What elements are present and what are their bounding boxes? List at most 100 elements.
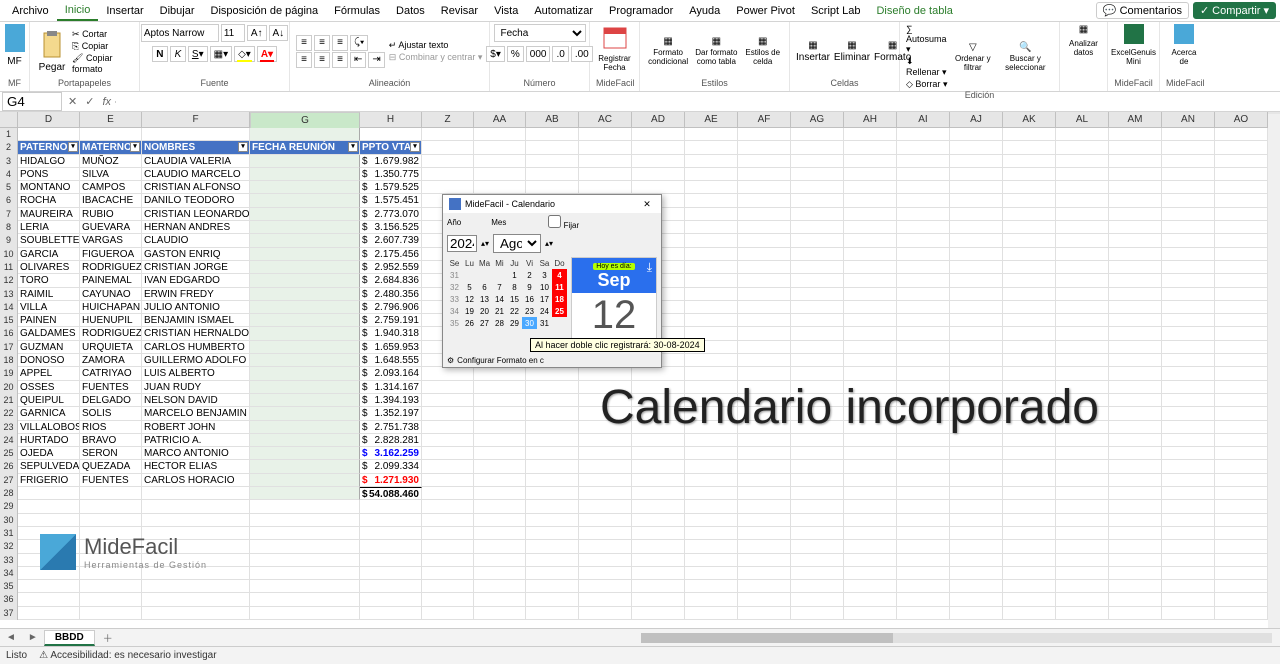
table-cell[interactable] [250, 474, 360, 487]
row-header-35[interactable]: 35 [0, 580, 18, 593]
row-header-24[interactable]: 24 [0, 434, 18, 447]
table-cell[interactable] [250, 394, 360, 407]
row-header-25[interactable]: 25 [0, 447, 18, 460]
about-icon[interactable] [1174, 24, 1194, 44]
wrap-text-button[interactable]: ↵ Ajustar texto [389, 40, 483, 51]
col-header-AO[interactable]: AO [1215, 112, 1268, 127]
col-header-AF[interactable]: AF [738, 112, 791, 127]
vertical-scrollbar[interactable] [1268, 114, 1280, 628]
col-header-AI[interactable]: AI [897, 112, 950, 127]
share-button[interactable]: ✓Compartir▾ [1193, 2, 1276, 19]
fill-color-button[interactable]: ◇▾ [234, 46, 255, 62]
align-middle-button[interactable]: ≡ [314, 35, 330, 51]
row-header-16[interactable]: 16 [0, 327, 18, 340]
table-cell[interactable]: HUICHAPAN [80, 301, 142, 314]
table-cell[interactable]: RODRIGUEZ [80, 261, 142, 274]
table-cell[interactable] [250, 181, 360, 194]
row-header-14[interactable]: 14 [0, 301, 18, 314]
table-cell[interactable]: $1.579.525 [360, 181, 422, 194]
row-header-28[interactable]: 28 [0, 487, 18, 500]
calendar-day[interactable]: 2 [522, 269, 537, 281]
col-header-AC[interactable]: AC [579, 112, 632, 127]
table-cell[interactable]: FIGUEROA [80, 248, 142, 261]
calendar-day[interactable]: 14 [492, 293, 507, 305]
table-cell[interactable]: SEPULVEDA [18, 460, 80, 473]
calendar-day[interactable]: 13 [477, 293, 492, 305]
table-cell[interactable]: OLIVARES [18, 261, 80, 274]
menu-scriptlab[interactable]: Script Lab [803, 2, 869, 20]
table-cell[interactable]: URQUIETA [80, 341, 142, 354]
row-header-27[interactable]: 27 [0, 474, 18, 487]
filter-dropdown-icon[interactable]: ▾ [348, 142, 358, 152]
row-header-11[interactable]: 11 [0, 261, 18, 274]
mf-icon[interactable] [5, 24, 25, 52]
decrease-indent-button[interactable]: ⇤ [350, 52, 366, 68]
analyze-icon[interactable]: ▦ [1079, 24, 1088, 35]
table-cell[interactable]: $3.156.525 [360, 221, 422, 234]
align-right-button[interactable]: ≡ [332, 52, 348, 68]
col-header-AN[interactable]: AN [1162, 112, 1215, 127]
table-cell[interactable]: LERIA [18, 221, 80, 234]
row-header-29[interactable]: 29 [0, 500, 18, 513]
table-cell[interactable]: FUENTES [80, 474, 142, 487]
table-cell[interactable]: CRISTIAN LEONARDO [142, 208, 250, 221]
table-cell[interactable]: QUEZADA [80, 460, 142, 473]
table-cell[interactable]: CLAUDIA VALERIA [142, 155, 250, 168]
row-header-18[interactable]: 18 [0, 354, 18, 367]
table-cell[interactable]: $2.796.906 [360, 301, 422, 314]
table-cell[interactable]: QUEIPUL [18, 394, 80, 407]
calendar-day[interactable]: 17 [537, 293, 552, 305]
table-cell[interactable] [250, 314, 360, 327]
year-input[interactable] [447, 235, 477, 252]
format-painter-button[interactable]: 🖌 Copiar formato [72, 53, 133, 74]
table-cell[interactable]: SILVA [80, 168, 142, 181]
row-header-5[interactable]: 5 [0, 181, 18, 194]
col-header-AD[interactable]: AD [632, 112, 685, 127]
autosum-button[interactable]: ∑ Autosuma ▾ [906, 24, 948, 55]
table-cell[interactable]: $2.480.356 [360, 288, 422, 301]
calendar-day[interactable]: 15 [507, 293, 522, 305]
table-cell[interactable]: SOUBLETTE [18, 234, 80, 247]
fix-checkbox[interactable] [548, 215, 561, 228]
sort-filter-icon[interactable]: ▽ [969, 42, 977, 53]
sheet-nav-prev[interactable]: ◄ [0, 632, 22, 643]
table-cell[interactable]: PATRICIO A. [142, 434, 250, 447]
comments-button[interactable]: 💬Comentarios [1096, 2, 1189, 19]
row-header-22[interactable]: 22 [0, 407, 18, 420]
row-header-34[interactable]: 34 [0, 567, 18, 580]
calendar-day[interactable] [462, 269, 477, 281]
table-cell[interactable] [250, 327, 360, 340]
sheet-nav-next[interactable]: ► [22, 632, 44, 643]
font-size-select[interactable] [221, 24, 245, 42]
table-cell[interactable]: RAIMIL [18, 288, 80, 301]
table-cell[interactable]: MAUREIRA [18, 208, 80, 221]
close-button[interactable]: ✕ [639, 199, 655, 210]
calendar-day[interactable]: 20 [477, 305, 492, 317]
table-cell[interactable] [250, 421, 360, 434]
row-header-30[interactable]: 30 [0, 514, 18, 527]
table-header[interactable]: MATERNO▾ [80, 141, 142, 154]
row-header-4[interactable]: 4 [0, 168, 18, 181]
row-header-21[interactable]: 21 [0, 394, 18, 407]
cancel-formula-icon[interactable]: ✕ [64, 95, 81, 108]
add-sheet-button[interactable]: ＋ [95, 630, 121, 645]
config-icon[interactable]: ⚙ [447, 356, 454, 365]
increase-font-button[interactable]: A↑ [247, 25, 267, 41]
row-header-7[interactable]: 7 [0, 208, 18, 221]
calendar-day[interactable]: 22 [507, 305, 522, 317]
accessibility-status[interactable]: ⚠ Accesibilidad: es necesario investigar [39, 650, 216, 661]
year-spinner[interactable]: ▴▾ [481, 239, 489, 248]
table-cell[interactable]: $2.828.281 [360, 434, 422, 447]
table-cell[interactable]: APPEL [18, 367, 80, 380]
table-cell[interactable]: PAINEMAL [80, 274, 142, 287]
table-cell[interactable] [250, 460, 360, 473]
table-header[interactable]: PATERNO▾ [18, 141, 80, 154]
table-cell[interactable]: DANILO TEODORO [142, 194, 250, 207]
table-cell[interactable]: GUEVARA [80, 221, 142, 234]
row-header-9[interactable]: 9 [0, 234, 18, 247]
row-header-37[interactable]: 37 [0, 607, 18, 620]
table-cell[interactable]: OSSES [18, 381, 80, 394]
filter-dropdown-icon[interactable]: ▾ [68, 142, 78, 152]
table-cell[interactable]: $2.607.739 [360, 234, 422, 247]
delete-cells-icon[interactable]: ▦ [847, 40, 856, 51]
